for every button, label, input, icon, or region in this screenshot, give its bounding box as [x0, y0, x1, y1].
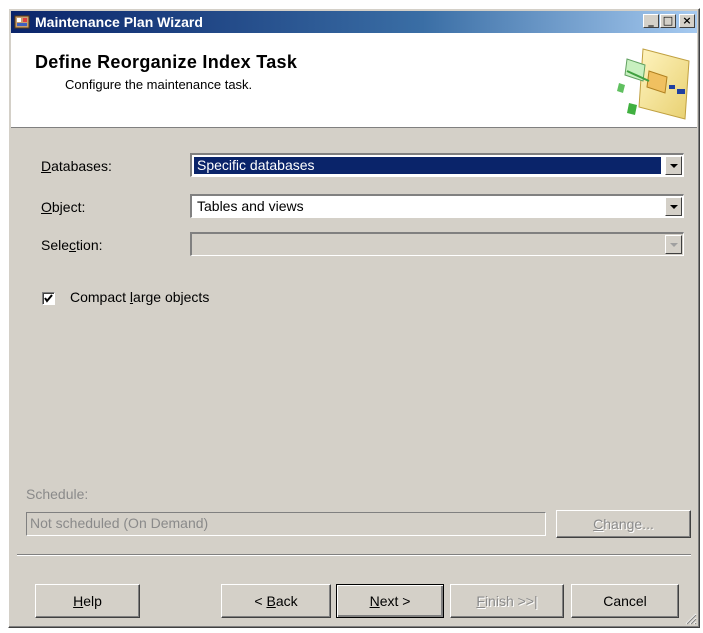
object-value: Tables and views — [197, 198, 304, 214]
chevron-down-icon — [670, 205, 678, 209]
schedule-field[interactable]: Not scheduled (On Demand) — [26, 512, 546, 536]
compact-large-objects-label[interactable]: Compact large objects — [70, 289, 209, 305]
finish-button[interactable]: Finish >>| — [450, 584, 564, 618]
button-separator — [17, 554, 691, 556]
object-label: Object: — [41, 199, 86, 215]
resize-grip-icon[interactable] — [683, 611, 697, 625]
wizard-header: Define Reorganize Index Task Configure t… — [11, 33, 697, 128]
selection-dropdown-button[interactable] — [665, 235, 682, 254]
object-dropdown[interactable]: Tables and views — [190, 194, 684, 218]
wizard-graphic-icon — [617, 48, 690, 120]
back-button[interactable]: < Back — [221, 584, 331, 618]
chevron-down-icon — [670, 164, 678, 168]
schedule-label: Schedule: — [26, 486, 89, 502]
object-dropdown-button[interactable] — [665, 197, 682, 216]
databases-dropdown[interactable]: Specific databases — [190, 153, 684, 177]
databases-value: Specific databases — [194, 157, 661, 174]
checkmark-icon — [44, 294, 53, 303]
close-button[interactable]: × — [679, 14, 695, 28]
databases-label: Databases: — [41, 158, 112, 174]
next-button[interactable]: Next > — [336, 584, 444, 618]
app-icon — [14, 15, 30, 29]
wizard-window: Maintenance Plan Wizard _ □ × Define Reo… — [8, 8, 700, 628]
title-bar[interactable]: Maintenance Plan Wizard _ □ × — [11, 11, 697, 33]
compact-large-objects-checkbox[interactable] — [42, 292, 55, 305]
minimize-button[interactable]: _ — [643, 14, 659, 28]
databases-dropdown-button[interactable] — [665, 156, 682, 175]
window-title: Maintenance Plan Wizard — [35, 14, 203, 30]
help-button[interactable]: Help — [35, 584, 140, 618]
chevron-down-icon — [670, 243, 678, 247]
selection-dropdown[interactable] — [190, 232, 684, 256]
page-title: Define Reorganize Index Task — [35, 52, 298, 72]
cancel-button[interactable]: Cancel — [571, 584, 679, 618]
change-button[interactable]: Change... — [556, 510, 691, 538]
maximize-button[interactable]: □ — [660, 14, 676, 28]
selection-label: Selection: — [41, 237, 103, 253]
selection-value — [194, 236, 661, 253]
page-subtitle: Configure the maintenance task. — [65, 77, 253, 92]
